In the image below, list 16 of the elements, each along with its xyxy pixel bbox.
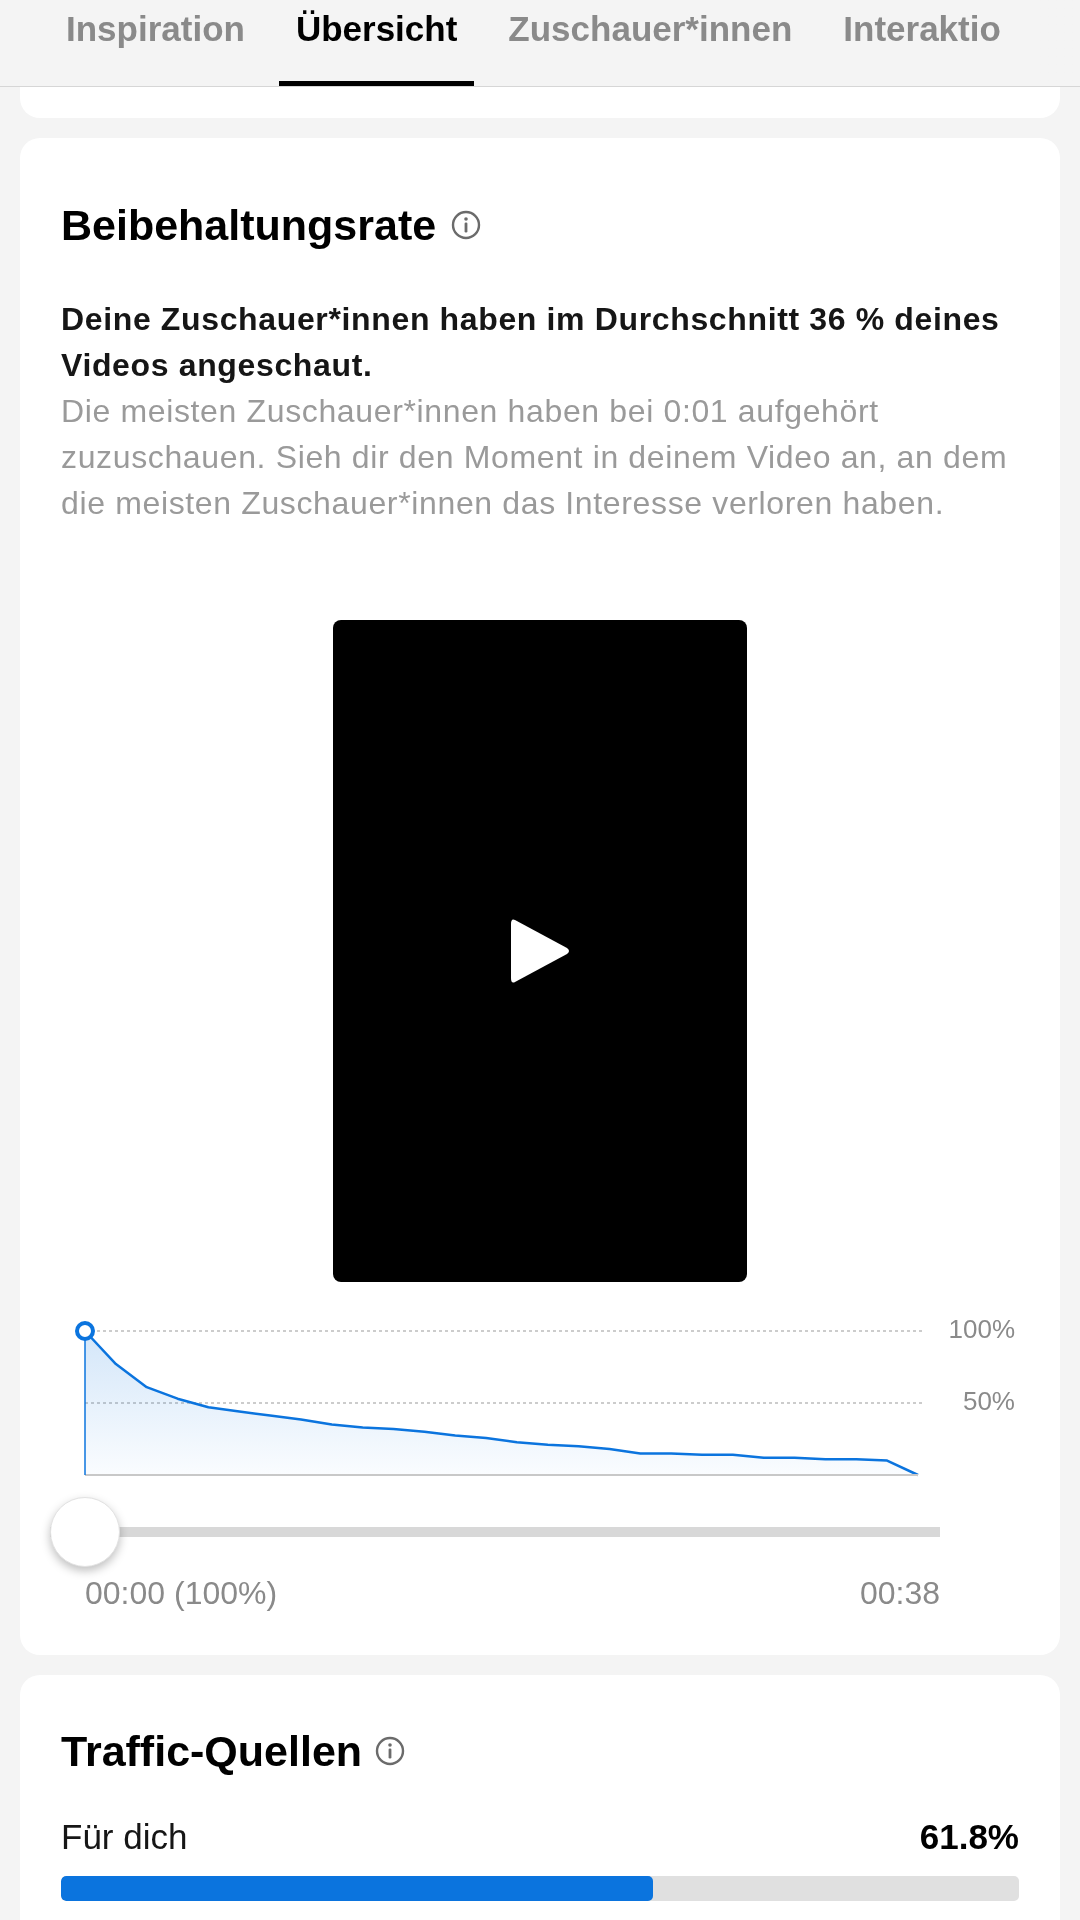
section-title: Traffic-Quellen [61, 1725, 363, 1777]
summary-text: Deine Zuschauer*innen haben im Durchschnitt 36 % deines Videos angeschaut. [61, 299, 1001, 385]
info-icon[interactable] [374, 1734, 407, 1767]
slider-thumb[interactable] [50, 1496, 120, 1567]
source-name: Für dich [61, 1816, 188, 1858]
axis-label: 50% [962, 1385, 1015, 1416]
axis-label: 100% [948, 1313, 1015, 1344]
tab[interactable]: Inspiration [49, 2, 262, 86]
time-label: 00:38 [859, 1573, 940, 1613]
tab[interactable]: Interaktio [826, 2, 1018, 86]
tab[interactable]: Zuschauer*innen [491, 2, 810, 86]
section-title: Beibehaltungsrate [61, 200, 437, 251]
description-text: Die meisten Zuschauer*innen haben bei 0:01 aufgehört zuzuschauen. Sieh dir den Moment in deinem Video an, an dem die meisten Zuschauer*innen das Interesse verloren haben. [61, 391, 1009, 523]
info-icon[interactable] [450, 209, 483, 242]
time-label: 00:00 (100%) [85, 1573, 278, 1613]
source-percentage: 61.8% [919, 1816, 1019, 1858]
